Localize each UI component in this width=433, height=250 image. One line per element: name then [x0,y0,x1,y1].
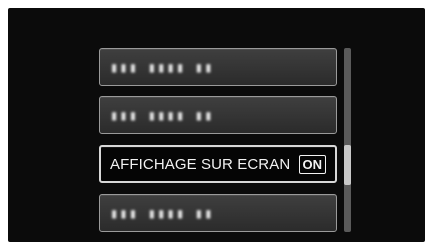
menu-item-1[interactable]: ▮▮▮ ▮▮▮▮ ▮▮ [99,48,337,86]
scrollbar-track[interactable] [344,48,351,232]
menu-item-4[interactable]: ▮▮▮ ▮▮▮▮ ▮▮ [99,194,337,232]
on-status-badge: ON [298,155,326,174]
menu-item-2[interactable]: ▮▮▮ ▮▮▮▮ ▮▮ [99,96,337,134]
menu-item-label: AFFICHAGE SUR ECRAN [110,156,291,173]
menu-item-label: ▮▮▮ ▮▮▮▮ ▮▮ [110,61,214,77]
scrollbar-thumb[interactable] [344,145,351,185]
menu-item-affichage-sur-ecran[interactable]: AFFICHAGE SUR ECRAN ON [99,145,337,183]
menu-item-label: ▮▮▮ ▮▮▮▮ ▮▮ [110,109,214,125]
menu-item-label: ▮▮▮ ▮▮▮▮ ▮▮ [110,207,214,223]
